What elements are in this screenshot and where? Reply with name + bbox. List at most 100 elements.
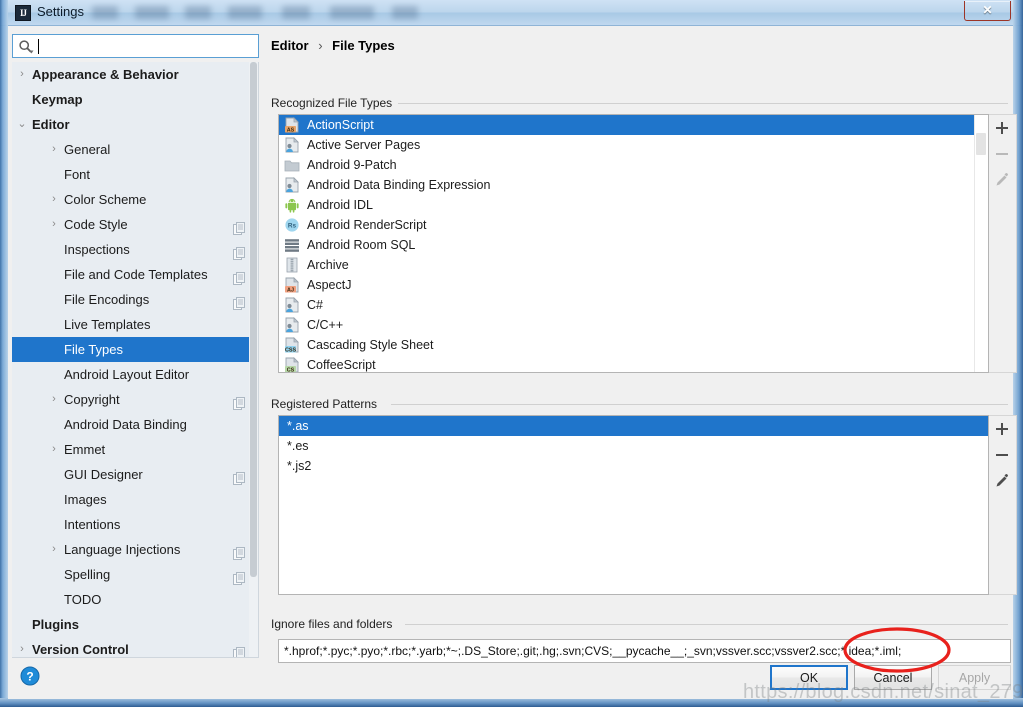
sidebar-item-file-types[interactable]: File Types — [12, 337, 258, 362]
file-type-row[interactable]: Android IDL — [279, 195, 988, 215]
file-type-row[interactable]: C# — [279, 295, 988, 315]
registered-patterns-list[interactable]: *.as *.es *.js2 — [278, 415, 989, 595]
ghost-menu-item — [392, 6, 418, 19]
file-type-row[interactable]: Active Server Pages — [279, 135, 988, 155]
sidebar-item-android-layout-editor[interactable]: Android Layout Editor — [12, 362, 258, 387]
sidebar-scrollbar-track[interactable] — [249, 62, 258, 657]
registered-patterns-toolbar — [989, 415, 1017, 595]
copy-settings-icon[interactable] — [233, 393, 246, 410]
sidebar-item-android-data-binding[interactable]: Android Data Binding — [12, 412, 258, 437]
file-types-scrollbar-track[interactable] — [974, 115, 988, 372]
sidebar-item-emmet[interactable]: › Emmet — [12, 437, 258, 462]
file-type-row[interactable]: Rs Android RenderScript — [279, 215, 988, 235]
sidebar-item-general[interactable]: › General — [12, 137, 258, 162]
svg-text:CS: CS — [287, 367, 295, 373]
add-file-type-button[interactable] — [989, 115, 1015, 141]
close-icon[interactable]: ✕ — [964, 1, 1011, 21]
sidebar-item-label: File Types — [64, 342, 124, 357]
pattern-rows: *.as *.es *.js2 — [279, 416, 988, 476]
copy-settings-icon[interactable] — [233, 468, 246, 485]
file-type-row[interactable]: Android Room SQL — [279, 235, 988, 255]
pattern-row[interactable]: *.as — [279, 416, 988, 436]
chevron-right-icon[interactable]: › — [16, 637, 28, 657]
copy-settings-icon[interactable] — [233, 218, 246, 235]
sidebar-item-todo[interactable]: TODO — [12, 587, 258, 612]
sidebar-item-version-control[interactable]: › Version Control — [12, 637, 258, 657]
edit-pattern-button[interactable] — [989, 468, 1015, 494]
sidebar-item-editor[interactable]: ⌄ Editor — [12, 112, 258, 137]
sidebar-item-inspections[interactable]: Inspections — [12, 237, 258, 262]
sidebar-item-intentions[interactable]: Intentions — [12, 512, 258, 537]
file-type-row[interactable]: C/C++ — [279, 315, 988, 335]
sidebar-item-font[interactable]: Font — [12, 162, 258, 187]
title-bar: IJ Settings ✕ — [0, 0, 1023, 26]
settings-sidebar[interactable]: › Appearance & Behavior Keymap ⌄ Editor › Gene… — [12, 62, 259, 658]
ghost-menu-item — [92, 6, 118, 19]
sidebar-scrollbar-thumb[interactable] — [250, 62, 257, 577]
sidebar-item-file-encodings[interactable]: File Encodings — [12, 287, 258, 312]
chevron-right-icon[interactable]: › — [48, 187, 60, 212]
sidebar-item-copyright[interactable]: › Copyright — [12, 387, 258, 412]
sidebar-item-appearance-behavior[interactable]: › Appearance & Behavior — [12, 62, 258, 87]
copy-settings-icon[interactable] — [233, 568, 246, 585]
file-type-label: C# — [307, 298, 323, 312]
pattern-row[interactable]: *.es — [279, 436, 988, 456]
ignore-files-input[interactable] — [278, 639, 1011, 663]
search-box[interactable] — [12, 34, 259, 58]
chevron-down-icon[interactable]: ⌄ — [16, 112, 28, 137]
chevron-right-icon[interactable]: › — [48, 537, 60, 562]
file-type-row[interactable]: CSS Cascading Style Sheet — [279, 335, 988, 355]
sidebar-item-live-templates[interactable]: Live Templates — [12, 312, 258, 337]
search-input[interactable] — [37, 37, 253, 56]
file-types-scrollbar-thumb[interactable] — [976, 133, 986, 155]
sidebar-item-keymap[interactable]: Keymap — [12, 87, 258, 112]
window-title: Settings — [37, 4, 84, 19]
remove-pattern-button[interactable] — [989, 442, 1015, 468]
file-type-row[interactable]: CS CoffeeScript — [279, 355, 988, 373]
copy-settings-icon[interactable] — [233, 643, 246, 657]
add-pattern-button[interactable] — [989, 416, 1015, 442]
pattern-label: *.js2 — [287, 459, 312, 473]
breadcrumb-current: File Types — [332, 38, 395, 53]
chevron-right-icon[interactable]: › — [16, 62, 28, 87]
file-type-row[interactable]: Android 9-Patch — [279, 155, 988, 175]
sidebar-item-gui-designer[interactable]: GUI Designer — [12, 462, 258, 487]
cancel-button[interactable]: Cancel — [854, 665, 932, 690]
breadcrumb-parent[interactable]: Editor — [271, 38, 309, 53]
sidebar-item-code-style[interactable]: › Code Style — [12, 212, 258, 237]
remove-file-type-button — [989, 141, 1015, 167]
chevron-right-icon[interactable]: › — [48, 387, 60, 412]
cpp-file-icon — [285, 317, 299, 333]
pattern-row[interactable]: *.js2 — [279, 456, 988, 476]
sidebar-item-label: Code Style — [64, 217, 128, 232]
sidebar-item-label: Language Injections — [64, 542, 181, 557]
ok-button[interactable]: OK — [770, 665, 848, 690]
recognized-file-types-list[interactable]: AS ActionScript Active Server Pages Android… — [278, 114, 989, 373]
databinding-file-icon — [285, 177, 299, 193]
sidebar-item-language-injections[interactable]: › Language Injections — [12, 537, 258, 562]
window-border-left — [0, 0, 8, 707]
help-icon[interactable]: ? — [20, 666, 40, 686]
sidebar-item-label: TODO — [64, 592, 102, 607]
chevron-right-icon[interactable]: › — [48, 437, 60, 462]
sidebar-item-file-and-code-templates[interactable]: File and Code Templates — [12, 262, 258, 287]
copy-settings-icon[interactable] — [233, 243, 246, 260]
sidebar-item-images[interactable]: Images — [12, 487, 258, 512]
file-type-row[interactable]: AJ AspectJ — [279, 275, 988, 295]
chevron-right-icon[interactable]: › — [48, 137, 60, 162]
sidebar-item-label: Copyright — [64, 392, 120, 407]
copy-settings-icon[interactable] — [233, 543, 246, 560]
file-type-row[interactable]: Archive — [279, 255, 988, 275]
file-type-label: Archive — [307, 258, 349, 272]
file-type-row[interactable]: AS ActionScript — [279, 115, 988, 135]
copy-settings-icon[interactable] — [233, 293, 246, 310]
file-type-label: Android RenderScript — [307, 218, 427, 232]
sidebar-item-label: Editor — [32, 117, 70, 132]
file-type-row[interactable]: Android Data Binding Expression — [279, 175, 988, 195]
sidebar-item-label: File and Code Templates — [64, 267, 208, 282]
chevron-right-icon[interactable]: › — [48, 212, 60, 237]
sidebar-item-plugins[interactable]: Plugins — [12, 612, 258, 637]
copy-settings-icon[interactable] — [233, 268, 246, 285]
sidebar-item-color-scheme[interactable]: › Color Scheme — [12, 187, 258, 212]
sidebar-item-spelling[interactable]: Spelling — [12, 562, 258, 587]
